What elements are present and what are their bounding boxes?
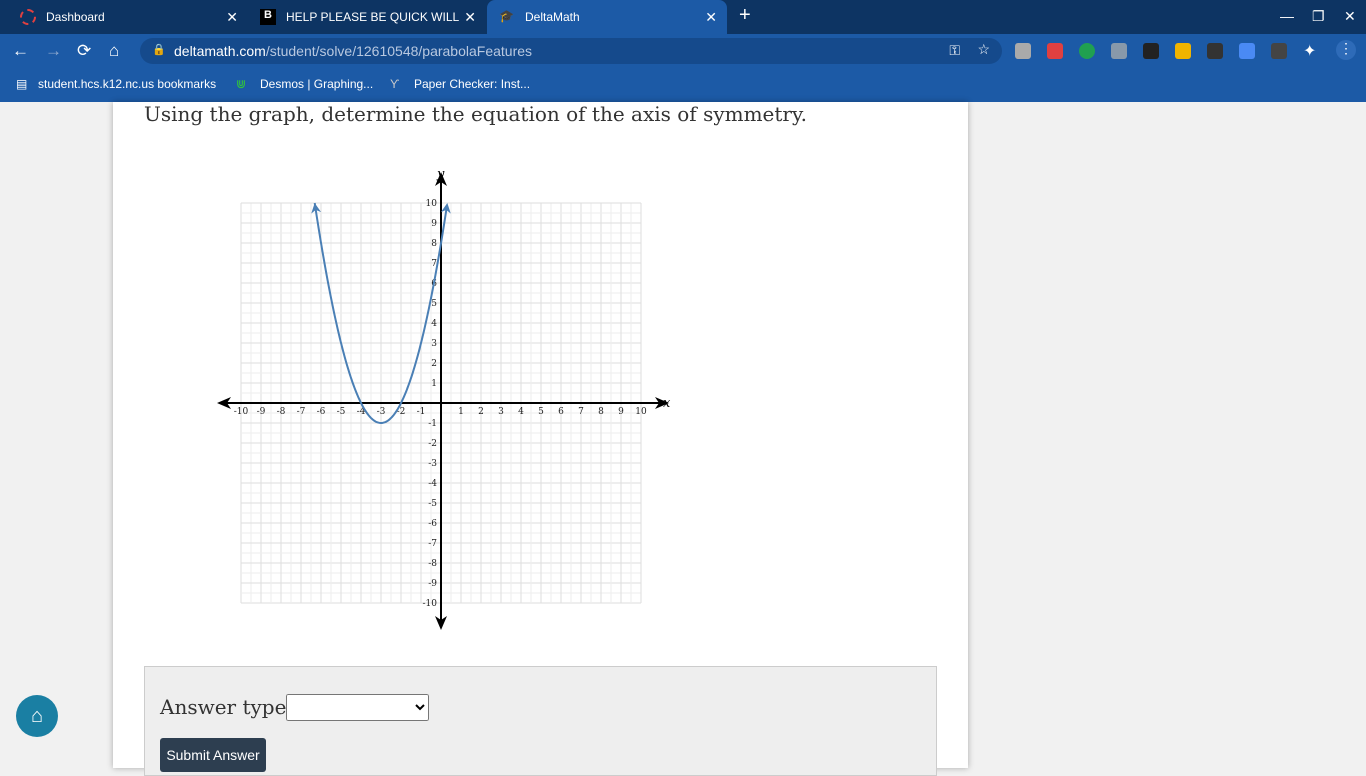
answer-type-select[interactable] xyxy=(286,694,429,721)
x-tick-label: -3 xyxy=(377,407,386,417)
tab-title: Dashboard xyxy=(46,10,105,24)
graph: x y -10 -9 -8 -7 -6 -5 -4 -3 -2 -1 1 2 3 4 5 6 7 8 9 10 -10 -9 -… xyxy=(217,167,671,630)
x-tick-label: -9 xyxy=(257,407,266,417)
y-tick-label: -2 xyxy=(428,439,437,449)
extension-icon[interactable] xyxy=(1271,43,1287,59)
y-tick-label: 1 xyxy=(431,379,437,389)
answer-panel: Answer type: Submit Answer xyxy=(144,666,937,776)
y-tick-label: -5 xyxy=(428,499,437,509)
y-tick-label: -9 xyxy=(428,579,437,589)
tab-deltamath[interactable]: 🎓 DeltaMath ✕ xyxy=(487,0,727,34)
y-tick-label: 4 xyxy=(431,319,437,329)
tab-title: DeltaMath xyxy=(525,10,580,24)
x-tick-label: -6 xyxy=(317,407,326,417)
forward-button[interactable]: → xyxy=(45,41,62,61)
help-button[interactable]: ⌂ xyxy=(16,695,58,737)
y-tick-label: 8 xyxy=(431,239,437,249)
school-icon: ⌂ xyxy=(30,705,44,727)
folder-icon: ▤ xyxy=(16,77,28,91)
deltamath-icon: 🎓 xyxy=(499,9,514,23)
question-text: Using the graph, determine the equation … xyxy=(144,102,807,126)
minimize-button[interactable]: — xyxy=(1280,8,1294,24)
x-tick-label: -10 xyxy=(234,407,249,417)
tab-bar: Dashboard ✕ B HELP PLEASE BE QUICK WILL … xyxy=(0,0,1366,34)
x-tick-label: 9 xyxy=(618,407,624,417)
menu-button[interactable]: ⋮ xyxy=(1336,40,1356,60)
y-tick-label: -4 xyxy=(428,479,437,489)
extension-icon[interactable] xyxy=(1207,43,1223,59)
lock-icon: 🔒 xyxy=(152,44,166,56)
x-tick-label: -7 xyxy=(297,407,306,417)
key-icon[interactable]: ⚿ xyxy=(949,42,960,59)
y-tick-label: 2 xyxy=(431,359,437,369)
tab-dashboard[interactable]: Dashboard ✕ xyxy=(8,0,248,34)
answer-type-label: Answer type: xyxy=(160,695,294,719)
home-button[interactable]: ⌂ xyxy=(109,41,119,61)
close-icon[interactable]: ✕ xyxy=(226,9,238,26)
x-tick-label: -5 xyxy=(337,407,346,417)
translate-icon[interactable] xyxy=(1239,43,1255,59)
puzzle-icon[interactable]: ✦ xyxy=(1303,41,1316,61)
classroom-icon[interactable] xyxy=(1175,43,1191,59)
x-tick-label: 1 xyxy=(458,407,464,417)
paper-checker-icon: ϒ xyxy=(390,77,400,91)
y-tick-label: -3 xyxy=(428,459,437,469)
star-icon[interactable]: ☆ xyxy=(977,41,990,58)
url-host: deltamath.com xyxy=(174,43,266,59)
bookmark-paper-checker[interactable]: Paper Checker: Inst... xyxy=(414,77,530,91)
y-tick-label: 3 xyxy=(431,339,437,349)
x-tick-label: 3 xyxy=(498,407,504,417)
tab-help[interactable]: B HELP PLEASE BE QUICK WILL GI ✕ xyxy=(248,0,486,34)
tab-title: HELP PLEASE BE QUICK WILL GI xyxy=(286,10,461,24)
y-tick-label: 10 xyxy=(426,199,438,209)
url-path: /student/solve/12610548/parabolaFeatures xyxy=(265,43,533,59)
x-tick-label: 4 xyxy=(518,407,524,417)
x-tick-label: 6 xyxy=(558,407,564,417)
x-tick-label: 5 xyxy=(538,407,544,417)
restore-button[interactable]: ❐ xyxy=(1312,8,1325,25)
address-bar[interactable]: 🔒 deltamath.com/student/solve/12610548/p… xyxy=(140,38,1002,64)
x-tick-label: -8 xyxy=(277,407,286,417)
close-icon[interactable]: ✕ xyxy=(464,9,476,26)
x-tick-label: 2 xyxy=(478,407,484,417)
desmos-icon: ⋓ xyxy=(236,77,247,91)
extension-icon[interactable] xyxy=(1015,43,1031,59)
y-tick-label: 5 xyxy=(431,299,437,309)
toolbar: ← → ⟳ ⌂ 🔒 deltamath.com/student/solve/12… xyxy=(0,34,1366,68)
close-window-button[interactable]: ✕ xyxy=(1344,8,1356,25)
submit-answer-button[interactable]: Submit Answer xyxy=(160,738,266,772)
dashboard-icon xyxy=(20,9,36,25)
x-tick-label: 8 xyxy=(598,407,604,417)
x-tick-label: 10 xyxy=(635,407,647,417)
y-tick-label: -1 xyxy=(428,419,437,429)
problem-card: Using the graph, determine the equation … xyxy=(113,102,968,776)
new-tab-button[interactable]: + xyxy=(739,4,751,27)
y-axis-label: y xyxy=(436,167,445,182)
x-tick-label: 7 xyxy=(578,407,584,417)
y-tick-label: -8 xyxy=(428,559,437,569)
brainly-icon: B xyxy=(260,9,276,25)
bookmarks-bar: ▤ student.hcs.k12.nc.us bookmarks ⋓ Desm… xyxy=(0,68,1366,102)
extension-icon[interactable] xyxy=(1047,43,1063,59)
close-icon[interactable]: ✕ xyxy=(705,9,717,26)
y-tick-label: -7 xyxy=(428,539,437,549)
extension-icon[interactable] xyxy=(1143,43,1159,59)
extension-icon[interactable] xyxy=(1111,43,1127,59)
x-axis-label: x xyxy=(663,396,671,411)
y-tick-label: 9 xyxy=(431,219,437,229)
y-tick-label: -10 xyxy=(423,599,438,609)
bookmark-folder[interactable]: student.hcs.k12.nc.us bookmarks xyxy=(38,77,216,91)
page: Using the graph, determine the equation … xyxy=(0,102,1366,776)
bookmark-desmos[interactable]: Desmos | Graphing... xyxy=(260,77,373,91)
reload-button[interactable]: ⟳ xyxy=(77,41,91,61)
x-tick-label: -1 xyxy=(417,407,426,417)
extension-icon[interactable] xyxy=(1079,43,1095,59)
back-button[interactable]: ← xyxy=(12,41,29,61)
y-tick-label: -6 xyxy=(428,519,437,529)
